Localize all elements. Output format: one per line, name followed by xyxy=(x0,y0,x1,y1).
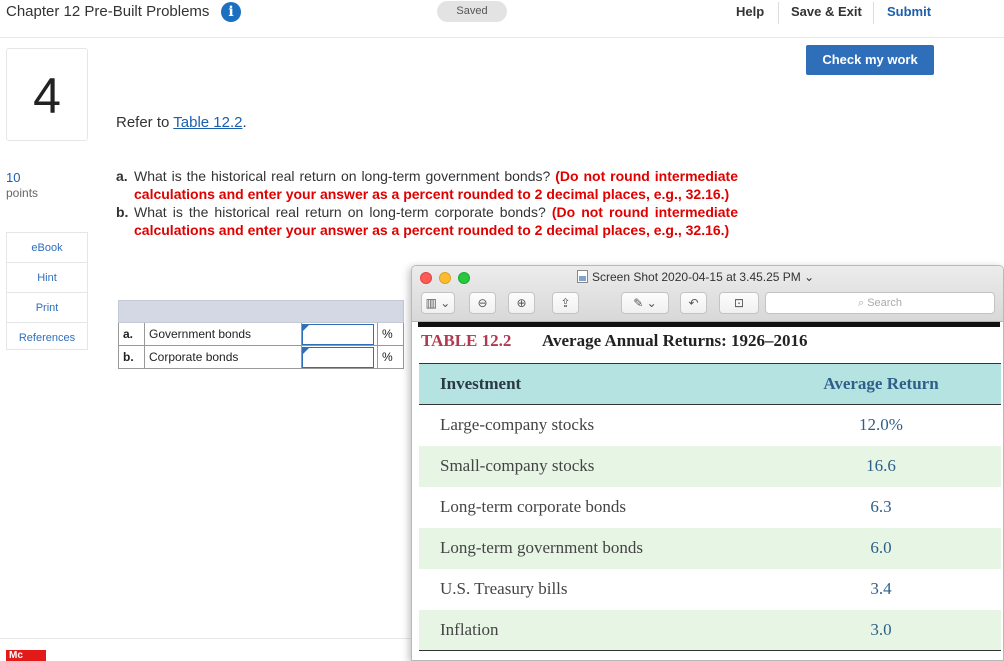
window-close-button[interactable] xyxy=(420,272,432,284)
question-number: 4 xyxy=(33,68,61,124)
return-cell: 3.0 xyxy=(761,609,1001,651)
return-cell: 16.6 xyxy=(761,445,1001,487)
part-a-letter: a. xyxy=(116,168,128,184)
investment-cell: Long-term government bonds xyxy=(419,527,761,569)
table-row: Long-term corporate bonds 6.3 xyxy=(419,487,1001,528)
table-row: U.S. Treasury bills 3.4 xyxy=(419,569,1001,610)
divider xyxy=(873,2,874,24)
question-part-b: b. What is the historical real return on… xyxy=(116,203,738,239)
zoom-in-icon[interactable]: ⊕ xyxy=(508,292,535,314)
mcgraw-hill-logo: Mc xyxy=(6,650,46,661)
table-row: Small-company stocks 16.6 xyxy=(419,445,1001,487)
table-row: Long-term government bonds 6.0 xyxy=(419,527,1001,569)
part-b-letter: b. xyxy=(116,204,129,220)
image-file-icon xyxy=(577,270,588,283)
government-bonds-answer-input[interactable] xyxy=(302,323,374,345)
part-b-text: What is the historical real return on lo… xyxy=(134,204,546,220)
refer-suffix: . xyxy=(242,114,247,131)
ebook-button[interactable]: eBook xyxy=(6,232,88,262)
window-title: Screen Shot 2020-04-15 at 3.45.25 PM ⌄ xyxy=(577,270,814,284)
table-label: TABLE 12.2 xyxy=(421,331,512,350)
investment-cell: U.S. Treasury bills xyxy=(440,579,568,598)
check-my-work-button[interactable]: Check my work xyxy=(806,45,934,75)
hint-button[interactable]: Hint xyxy=(6,262,88,292)
table-row: Inflation 3.0 xyxy=(419,609,1001,651)
answer-table: a. Government bonds % b. Corporate bonds… xyxy=(118,300,404,369)
document-view[interactable]: TABLE 12.2 Average Annual Returns: 1926–… xyxy=(412,322,1003,660)
return-cell: 3.4 xyxy=(870,579,892,598)
table-row: Large-company stocks 12.0% xyxy=(419,405,1001,446)
preview-window: Screen Shot 2020-04-15 at 3.45.25 PM ⌄ ▥… xyxy=(411,265,1004,661)
print-button[interactable]: Print xyxy=(6,292,88,322)
row-label: Corporate bonds xyxy=(144,345,302,369)
rotate-icon[interactable]: ↶ xyxy=(680,292,707,314)
question-block: a. What is the historical real return on… xyxy=(116,167,738,239)
investment-cell: Long-term corporate bonds xyxy=(440,497,626,516)
average-returns-table: Investment Average Return Large-company … xyxy=(419,363,1001,651)
question-part-a: a. What is the historical real return on… xyxy=(116,167,738,203)
table-row: a. Government bonds % xyxy=(118,322,404,346)
search-icon: ⌕ xyxy=(857,297,865,309)
return-cell: 6.3 xyxy=(870,497,892,516)
window-zoom-button[interactable] xyxy=(458,272,470,284)
answer-cell xyxy=(301,345,378,369)
info-icon[interactable]: i xyxy=(221,2,241,22)
points-value: 10 xyxy=(6,170,21,185)
column-header-average-return: Average Return xyxy=(761,363,1001,405)
investment-cell: Small-company stocks xyxy=(419,445,761,487)
share-icon[interactable]: ⇪ xyxy=(552,292,579,314)
table-top-rule xyxy=(418,322,1000,327)
saved-status-badge: Saved xyxy=(437,1,507,22)
unit-label: % xyxy=(377,322,404,346)
save-exit-link[interactable]: Save & Exit xyxy=(791,4,862,19)
table-link[interactable]: Table 12.2 xyxy=(173,114,242,131)
window-title-text: Screen Shot 2020-04-15 at 3.45.25 PM xyxy=(592,270,801,284)
table-row: b. Corporate bonds % xyxy=(118,345,404,369)
answer-table-header xyxy=(118,300,404,323)
tools-panel: eBook Hint Print References xyxy=(6,232,88,350)
window-minimize-button[interactable] xyxy=(439,272,451,284)
corporate-bonds-answer-input[interactable] xyxy=(302,346,374,368)
points-label: points xyxy=(6,186,39,200)
table-caption: Average Annual Returns: 1926–2016 xyxy=(542,331,808,350)
row-letter: b. xyxy=(118,345,145,369)
row-letter: a. xyxy=(118,322,145,346)
part-a-text: What is the historical real return on lo… xyxy=(134,168,551,184)
return-cell: 6.0 xyxy=(761,527,1001,569)
chevron-down-icon[interactable]: ⌄ xyxy=(804,270,814,284)
preview-titlebar[interactable]: Screen Shot 2020-04-15 at 3.45.25 PM ⌄ ▥… xyxy=(412,266,1003,322)
refer-line: Refer to Table 12.2. xyxy=(116,114,247,131)
search-input[interactable]: ⌕ Search xyxy=(765,292,995,314)
sidebar-toggle-icon[interactable]: ▥ ⌄ xyxy=(421,292,455,314)
investment-cell: Large-company stocks xyxy=(440,415,595,435)
row-label: Government bonds xyxy=(144,322,302,346)
search-placeholder: Search xyxy=(867,297,903,309)
header-divider xyxy=(0,37,1004,38)
divider xyxy=(778,2,779,24)
answer-cell xyxy=(301,322,378,346)
assignment-title: Chapter 12 Pre-Built Problems xyxy=(6,3,210,20)
question-number-box: 4 xyxy=(6,48,88,141)
references-button[interactable]: References xyxy=(6,322,88,350)
column-header-investment: Investment xyxy=(419,363,761,405)
return-cell: 12.0% xyxy=(859,415,903,435)
refer-prefix: Refer to xyxy=(116,114,174,131)
unit-label: % xyxy=(377,345,404,369)
submit-link[interactable]: Submit xyxy=(887,4,931,19)
toolbox-icon[interactable]: ⊡ xyxy=(719,292,759,314)
zoom-out-icon[interactable]: ⊖ xyxy=(469,292,496,314)
help-link[interactable]: Help xyxy=(736,4,764,19)
markup-pen-icon[interactable]: ✎ ⌄ xyxy=(621,292,669,314)
investment-cell: Inflation xyxy=(419,609,761,651)
